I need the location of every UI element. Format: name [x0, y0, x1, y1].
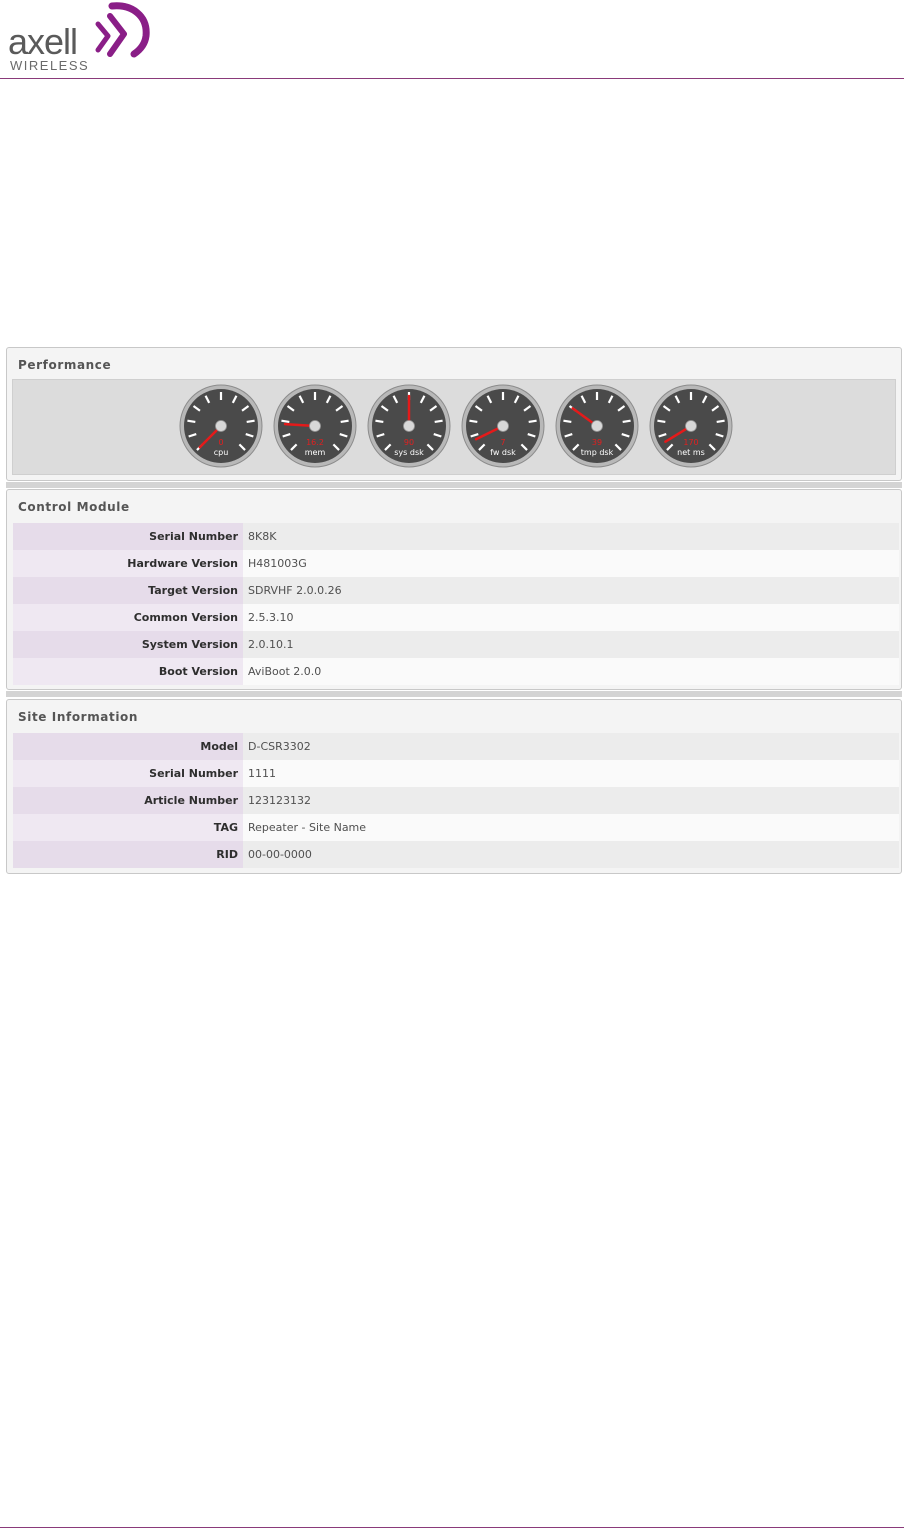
gauge-hub: [309, 420, 321, 432]
table-row: TAG Repeater - Site Name: [13, 814, 899, 841]
field-label: System Version: [13, 631, 243, 658]
gauge-net-ms: 170net ms: [649, 384, 733, 468]
control-module-panel: Control Module Serial Number 8K8K Hardware…: [6, 489, 902, 690]
table-row: Common Version 2.5.3.10: [13, 604, 899, 631]
gauge-tick: [657, 419, 666, 424]
axell-logo: axell WIRELESS: [6, 2, 156, 74]
gauge-value: 39: [592, 438, 602, 447]
table-row: Serial Number 8K8K: [13, 523, 899, 550]
field-label: Model: [13, 733, 243, 760]
table-row: Boot Version AviBoot 2.0.0: [13, 658, 899, 685]
gauge-mem: 16.2mem: [273, 384, 357, 468]
field-label: Target Version: [13, 577, 243, 604]
gauge-tick: [528, 419, 537, 424]
gauge-hub: [497, 420, 509, 432]
field-label: Serial Number: [13, 523, 243, 550]
gauge-hub: [215, 420, 227, 432]
gauge-tick: [281, 419, 290, 424]
gauge-tick: [340, 419, 349, 424]
gauge-fw-dsk: 7fw dsk: [461, 384, 545, 468]
table-row: Target Version SDRVHF 2.0.0.26: [13, 577, 899, 604]
gauge-label: tmp dsk: [581, 448, 614, 457]
gauge-cpu: 0cpu: [179, 384, 263, 468]
field-label: TAG: [13, 814, 243, 841]
logo-subtitle: WIRELESS: [10, 58, 90, 73]
gauge-value: 7: [500, 438, 505, 447]
gauge-hub: [403, 420, 415, 432]
gauge-tick: [563, 419, 572, 424]
gauge-hub: [591, 420, 603, 432]
table-row: Article Number 123123132: [13, 787, 899, 814]
table-row: RID 00-00-0000: [13, 841, 899, 868]
table-row: Model D-CSR3302: [13, 733, 899, 760]
field-value: 123123132: [243, 787, 899, 814]
field-value: SDRVHF 2.0.0.26: [243, 577, 899, 604]
field-label: Common Version: [13, 604, 243, 631]
gauge-sys-dsk: 90sys dsk: [367, 384, 451, 468]
table-row: Hardware Version H481003G: [13, 550, 899, 577]
site-information-title: Site Information: [18, 710, 139, 724]
field-value: 1111: [243, 760, 899, 787]
gauge-label: net ms: [677, 448, 705, 457]
gauge-tick: [246, 419, 255, 424]
control-module-table: Serial Number 8K8K Hardware Version H481003…: [13, 523, 899, 685]
logo-chevrons-icon: [95, 2, 150, 58]
gauge-value: 90: [404, 438, 414, 447]
page-header: axell WIRELESS: [0, 0, 904, 80]
field-value: 2.0.10.1: [243, 631, 899, 658]
gauge-tick: [716, 419, 725, 424]
performance-title: Performance: [18, 358, 112, 372]
gauge-label: sys dsk: [394, 448, 424, 457]
field-value: Repeater - Site Name: [243, 814, 899, 841]
field-label: Hardware Version: [13, 550, 243, 577]
field-value: 8K8K: [243, 523, 899, 550]
logo-wordmark: axell: [8, 21, 78, 62]
gauge-label: mem: [305, 448, 326, 457]
gauge-tick: [375, 419, 384, 424]
field-value: D-CSR3302: [243, 733, 899, 760]
gauge-tick: [187, 419, 196, 424]
site-information-table: Model D-CSR3302 Serial Number 1111 Article N…: [13, 733, 899, 868]
control-module-title: Control Module: [18, 500, 130, 514]
field-label: Article Number: [13, 787, 243, 814]
gauge-tick: [469, 419, 478, 424]
site-information-panel: Site Information Model D-CSR3302 Serial Nu…: [6, 699, 902, 874]
field-value: H481003G: [243, 550, 899, 577]
table-row: Serial Number 1111: [13, 760, 899, 787]
gauge-label: cpu: [214, 448, 229, 457]
field-value: AviBoot 2.0.0: [243, 658, 899, 685]
field-value: 00-00-0000: [243, 841, 899, 868]
panel-separator: [6, 691, 902, 697]
field-label: RID: [13, 841, 243, 868]
field-label: Serial Number: [13, 760, 243, 787]
field-label: Boot Version: [13, 658, 243, 685]
footer-divider: [0, 1527, 904, 1528]
gauge-tmp-dsk: 39tmp dsk: [555, 384, 639, 468]
gauge-area: 0 cpu 16.2 mem 90 sys dsk 7 fw dsk 39 tmp dsk 170 n…: [12, 379, 896, 475]
panel-separator: [6, 482, 902, 488]
gauge-tick: [434, 419, 443, 424]
gauge-label: fw dsk: [490, 448, 516, 457]
gauge-value: 16.2: [306, 438, 324, 447]
gauge-value: 170: [683, 438, 698, 447]
field-value: 2.5.3.10: [243, 604, 899, 631]
table-row: System Version 2.0.10.1: [13, 631, 899, 658]
gauge-value: 0: [218, 438, 223, 447]
gauge-hub: [685, 420, 697, 432]
header-divider: [0, 78, 904, 79]
gauge-tick: [622, 419, 631, 424]
performance-panel: Performance 0 cpu 16.2 mem 90 sys dsk 7 fw dsk 3…: [6, 347, 902, 481]
